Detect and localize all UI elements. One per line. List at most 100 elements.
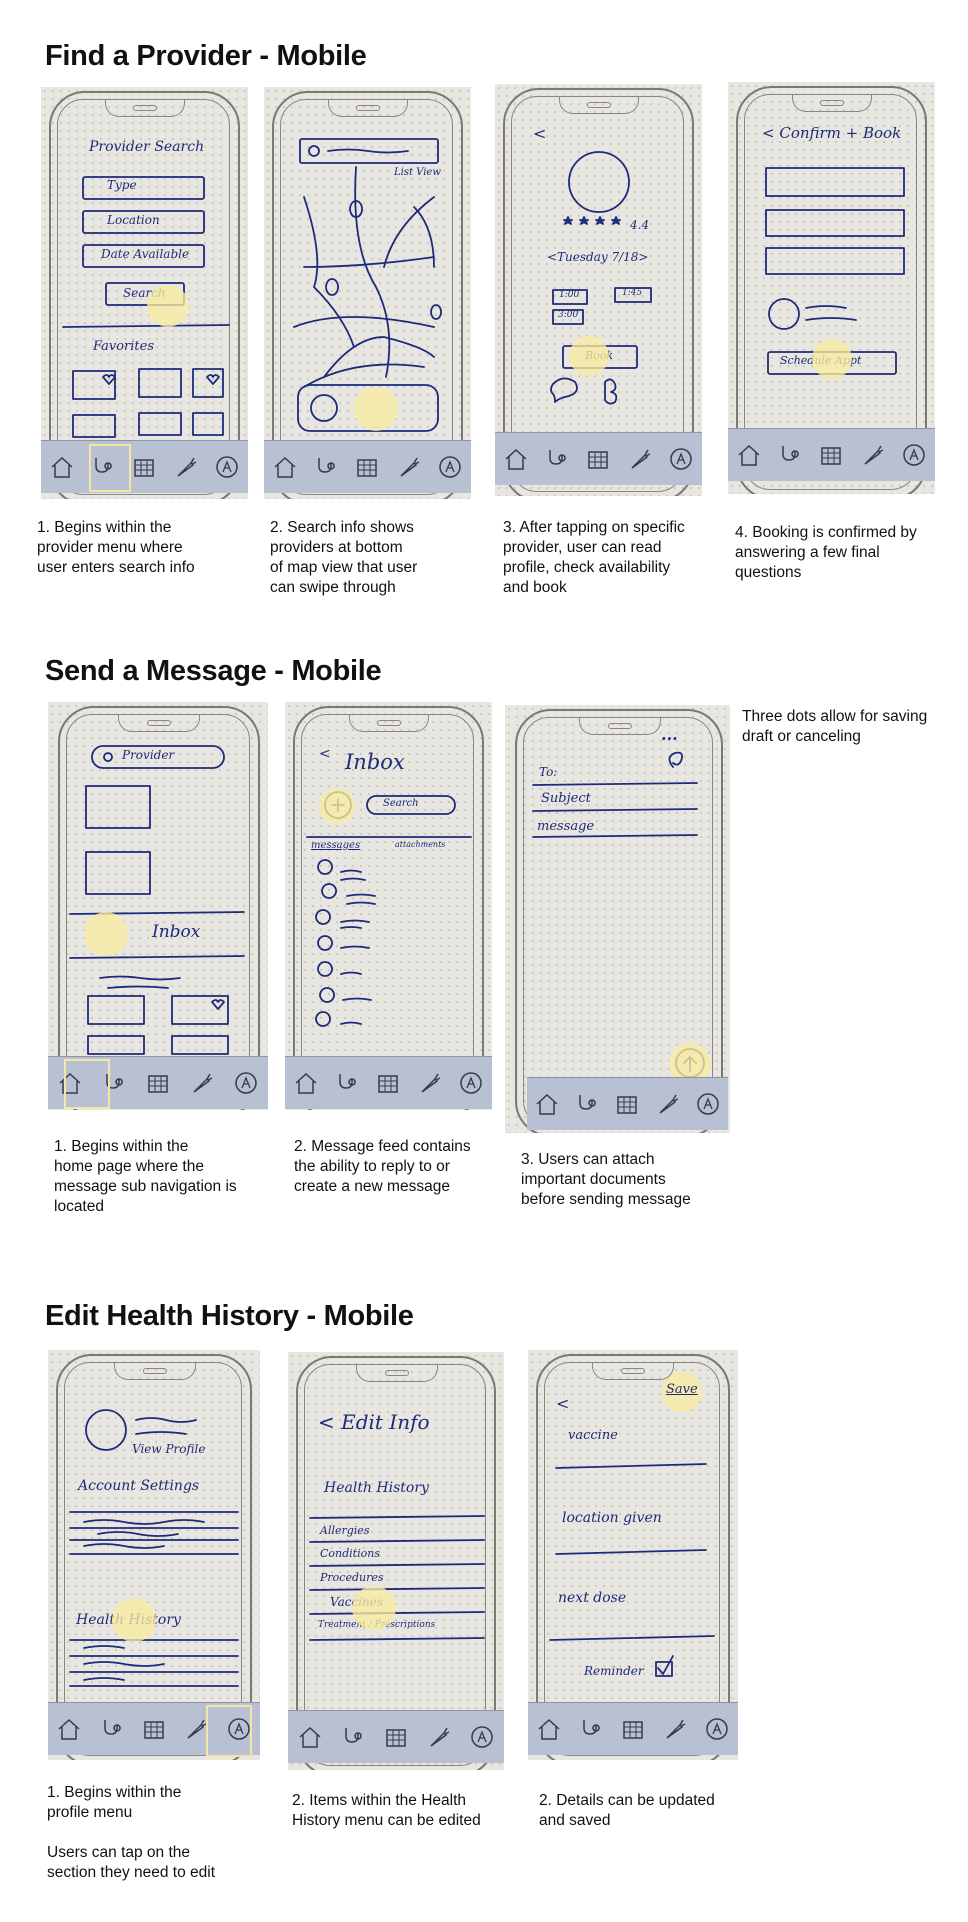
calendar-icon: [383, 1724, 409, 1750]
home-icon: [534, 1091, 560, 1117]
home-icon: [536, 1716, 562, 1742]
calendar-icon: [620, 1716, 646, 1742]
tap-indicator: [84, 912, 128, 956]
stethoscope-icon: [334, 1070, 360, 1096]
calendar-icon: [354, 454, 380, 480]
tab-bar: [527, 1077, 728, 1130]
carrot-icon: [173, 454, 199, 480]
favorites-label: Favorites: [93, 339, 155, 354]
find-caption-2: 2. Search info shows providers at bottom…: [270, 519, 418, 596]
attachments-tab: attachments: [395, 840, 446, 849]
find-caption-4: 4. Booking is confirmed by answering a f…: [735, 524, 917, 581]
find-caption-1: 1. Begins within the provider menu where…: [37, 519, 195, 576]
health-caption-1: 1. Begins within the profile menu Users …: [47, 1784, 216, 1881]
calendar-icon: [131, 454, 157, 480]
carrot-icon: [860, 442, 886, 468]
carrot-icon: [662, 1716, 688, 1742]
tap-indicator: [352, 1586, 396, 1630]
vaccine-field-label: vaccine: [568, 1428, 618, 1443]
carrot-icon: [417, 1070, 443, 1096]
home-icon: [49, 454, 75, 480]
health-sketch-3-drawing: [549, 1463, 715, 1677]
home-icon: [272, 454, 298, 480]
stethoscope-icon: [544, 446, 570, 472]
stethoscope-icon: [99, 1716, 125, 1742]
time-slot: 3:00: [558, 310, 579, 320]
active-tab-highlight: [64, 1059, 110, 1109]
profile-icon: [704, 1716, 730, 1742]
tab-bar: [528, 1702, 738, 1755]
reminder-checkbox-label: Reminder: [584, 1664, 644, 1678]
find-sketch-4-confirm-book: < Confirm + Book Schedule Appt: [728, 82, 935, 494]
tab-bar: [728, 428, 935, 481]
tab-bar: [495, 432, 702, 485]
profile-icon: [668, 446, 694, 472]
health-sketch-3-details: < Save vaccine location given next dose …: [528, 1350, 738, 1760]
conditions-item: Conditions: [320, 1547, 380, 1560]
list-view-link: List View: [394, 167, 441, 178]
carrot-icon: [627, 446, 653, 472]
profile-icon: [437, 454, 463, 480]
tap-indicator: [147, 285, 189, 327]
stethoscope-icon: [777, 442, 803, 468]
profile-icon: [695, 1091, 721, 1117]
calendar-icon: [141, 1716, 167, 1742]
time-slot: 1:00: [559, 290, 580, 300]
to-field-label: To:: [539, 765, 558, 779]
calendar-icon: [375, 1070, 401, 1096]
location-field-label: Location: [107, 213, 160, 227]
send-message-title: Send a Message - Mobile: [45, 655, 382, 687]
tab-bar: [41, 440, 248, 493]
stethoscope-icon: [574, 1091, 600, 1117]
message-sketch-3-compose: ... To: Subject message: [505, 705, 730, 1133]
subject-field-label: Subject: [541, 791, 591, 806]
find-sketch-2-map-view: List View: [264, 87, 471, 499]
inbox-link: Inbox: [152, 922, 201, 942]
inbox-search-input: Search: [383, 798, 419, 809]
message-sketch-1-drawing: [69, 745, 245, 1055]
health-sketch-2-drawing: [309, 1515, 485, 1641]
home-icon: [736, 442, 762, 468]
procedures-item: Procedures: [320, 1571, 384, 1584]
tab-bar: [288, 1710, 504, 1763]
message-sketch-1-home: Provider Inbox: [48, 702, 268, 1110]
carrot-icon: [655, 1091, 681, 1117]
message-sketch-2-drawing: [306, 791, 472, 1027]
tab-bar: [285, 1056, 492, 1109]
carrot-icon: [189, 1070, 215, 1096]
home-icon: [293, 1070, 319, 1096]
allergies-item: Allergies: [320, 1524, 370, 1537]
three-dots-note: Three dots allow for saving draft or can…: [742, 708, 928, 745]
message-caption-2: 2. Message feed contains the ability to …: [294, 1138, 471, 1195]
stethoscope-icon: [578, 1716, 604, 1742]
stethoscope-icon: [313, 454, 339, 480]
calendar-icon: [614, 1091, 640, 1117]
time-slot: 1:45: [622, 288, 643, 298]
tap-indicator: [354, 387, 398, 431]
find-provider-title: Find a Provider - Mobile: [45, 40, 367, 72]
message-caption-1: 1. Begins within the home page where the…: [54, 1138, 237, 1215]
tap-indicator: [112, 1598, 156, 1642]
calendar-icon: [818, 442, 844, 468]
next-dose-field-label: next dose: [558, 1590, 627, 1606]
health-sketch-1-profile: View Profile Account Settings Health His…: [48, 1350, 260, 1760]
view-profile-link: View Profile: [132, 1442, 206, 1456]
edit-health-history-title: Edit Health History - Mobile: [45, 1300, 414, 1332]
health-sketch-1-drawing: [69, 1409, 239, 1687]
health-caption-3: 2. Details can be updated and saved: [539, 1792, 715, 1829]
profile-icon: [901, 442, 927, 468]
find-sketch-1-provider-search: Provider Search Type Location Date Avail…: [41, 87, 248, 499]
carrot-icon: [426, 1724, 452, 1750]
location-given-field-label: location given: [562, 1510, 662, 1526]
home-icon: [56, 1716, 82, 1742]
account-settings-heading: Account Settings: [78, 1478, 200, 1494]
messages-tab: messages: [311, 840, 361, 851]
home-icon: [297, 1724, 323, 1750]
tap-indicator: [569, 336, 609, 376]
tab-bar: [264, 440, 471, 493]
tap-indicator: [319, 788, 355, 824]
rating-value: 4.4: [630, 218, 650, 232]
find-sketch-2-drawing: [293, 138, 442, 432]
health-caption-2: 2. Items within the Health History menu …: [292, 1792, 481, 1829]
active-tab-highlight: [206, 1705, 252, 1757]
